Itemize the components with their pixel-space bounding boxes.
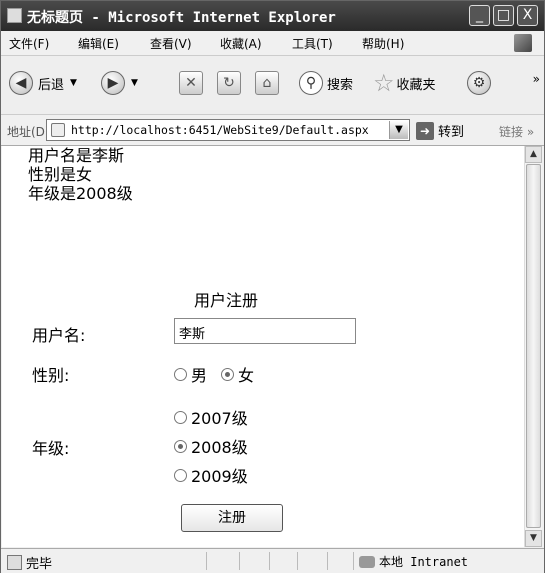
scroll-thumb[interactable] [526,164,541,528]
links-label: 链接 [499,125,524,139]
grade-2007-label: 2007级 [191,409,248,428]
links-chevron-icon: » [526,125,535,139]
radio-female[interactable] [221,367,235,381]
forward-button[interactable]: ▶ ▼ [101,68,138,98]
info-grade-line: 年级是2008级 [28,184,133,203]
radio-2009[interactable] [174,468,187,482]
vertical-scrollbar[interactable]: ▲ ▼ [524,146,542,547]
close-button[interactable]: X [517,5,538,26]
maximize-button[interactable]: □ [493,5,514,26]
grade-option-2007[interactable]: 2007级 [174,405,248,429]
info-username-line: 用户名是李斯 [28,146,125,165]
title-bar: 无标题页 - Microsoft Internet Explorer _ □ X [1,1,544,31]
status-text: 完毕 [26,557,53,572]
grade-option-2009[interactable]: 2009级 [174,463,248,487]
username-input[interactable]: 李斯 [174,318,356,344]
toolbar-chevron-icon[interactable]: » [533,72,540,86]
back-label: 后退 [38,77,65,93]
status-divider [239,552,240,570]
address-label: 地址(D) [7,125,50,139]
menu-favorites[interactable]: 收藏(A) [220,35,262,52]
grade-2009-label: 2009级 [191,467,248,486]
toolbar: ◀ 后退 ▼ ▶ ▼ ✕ ↻ ⌂ ⚲ 搜索 ☆ 收藏夹 ⚙ » [1,56,544,115]
address-input[interactable]: http://localhost:6451/WebSite9/Default.a… [46,119,410,141]
status-divider [269,552,270,570]
media-icon: ⚙ [467,71,491,95]
page-status-icon [7,555,22,570]
grade-2008-label: 2008级 [191,438,248,457]
grade-label: 年级: [32,439,70,458]
windows-logo-icon [514,34,532,52]
scroll-up-icon[interactable]: ▲ [525,146,542,163]
home-icon: ⌂ [255,71,279,95]
status-bar: 完毕 本地 Intranet [1,548,544,573]
links-button[interactable]: 链接 » [499,123,534,140]
refresh-icon: ↻ [217,71,241,95]
menu-help[interactable]: 帮助(H) [362,35,404,52]
menu-file[interactable]: 文件(F) [9,35,49,52]
menu-tools[interactable]: 工具(T) [292,35,333,52]
address-dropdown-icon[interactable]: ▼ [389,121,408,139]
gender-label: 性别: [32,366,70,385]
search-label: 搜索 [327,77,354,93]
security-zone: 本地 Intranet [359,553,468,570]
zone-label: 本地 Intranet [379,555,469,569]
forward-dropdown-icon: ▼ [131,78,138,88]
menu-bar: 文件(F) 编辑(E) 查看(V) 收藏(A) 工具(T) 帮助(H) [1,31,544,56]
stop-icon: ✕ [179,71,203,95]
favorites-label: 收藏夹 [396,77,436,93]
browser-window: 无标题页 - Microsoft Internet Explorer _ □ X… [0,0,545,573]
go-button[interactable]: ➜ 转到 [416,121,464,140]
stop-button[interactable]: ✕ [179,68,203,98]
back-arrow-icon: ◀ [9,71,33,95]
back-button[interactable]: ◀ 后退 ▼ [9,68,77,98]
refresh-button[interactable]: ↻ [217,68,241,98]
status-done: 完毕 [7,553,52,572]
media-button[interactable]: ⚙ [467,68,491,98]
grade-option-2008[interactable]: 2008级 [174,434,248,458]
intranet-icon [359,555,375,568]
gender-male-label: 男 [191,366,208,385]
page-icon [51,123,65,137]
status-divider [353,552,354,570]
radio-2007[interactable] [174,410,187,424]
info-gender-line: 性别是女 [28,165,93,184]
address-bar: 地址(D) http://localhost:6451/WebSite9/Def… [1,115,544,146]
gender-option-male[interactable]: 男 [174,362,207,386]
menu-view[interactable]: 查看(V) [150,35,192,52]
back-dropdown-icon: ▼ [70,78,77,88]
go-arrow-icon: ➜ [416,121,434,140]
page-content: 用户名是李斯 性别是女 年级是2008级 用户注册 用户名: 李斯 性别: 男 … [2,146,526,547]
minimize-button[interactable]: _ [469,5,490,26]
home-button[interactable]: ⌂ [255,68,279,98]
forward-arrow-icon: ▶ [101,71,125,95]
status-divider [327,552,328,570]
gender-female-label: 女 [238,366,255,385]
radio-male[interactable] [174,367,187,381]
register-button[interactable]: 注册 [181,504,283,532]
search-button[interactable]: ⚲ 搜索 [299,68,353,98]
status-divider [297,552,298,570]
go-label: 转到 [438,125,465,140]
username-label: 用户名: [32,326,86,345]
search-icon: ⚲ [299,71,323,95]
scroll-down-icon[interactable]: ▼ [525,530,542,547]
window-title: 无标题页 - Microsoft Internet Explorer [27,10,336,26]
star-icon: ☆ [373,69,395,97]
radio-2008[interactable] [174,439,187,453]
gender-radio-group: 男 女 [174,362,254,386]
status-divider [206,552,207,570]
menu-edit[interactable]: 编辑(E) [78,35,119,52]
form-title: 用户注册 [194,291,259,310]
address-url: http://localhost:6451/WebSite9/Default.a… [71,123,369,137]
gender-option-female[interactable]: 女 [221,362,254,386]
favorites-button[interactable]: ☆ 收藏夹 [373,68,436,98]
ie-page-icon [7,8,22,23]
